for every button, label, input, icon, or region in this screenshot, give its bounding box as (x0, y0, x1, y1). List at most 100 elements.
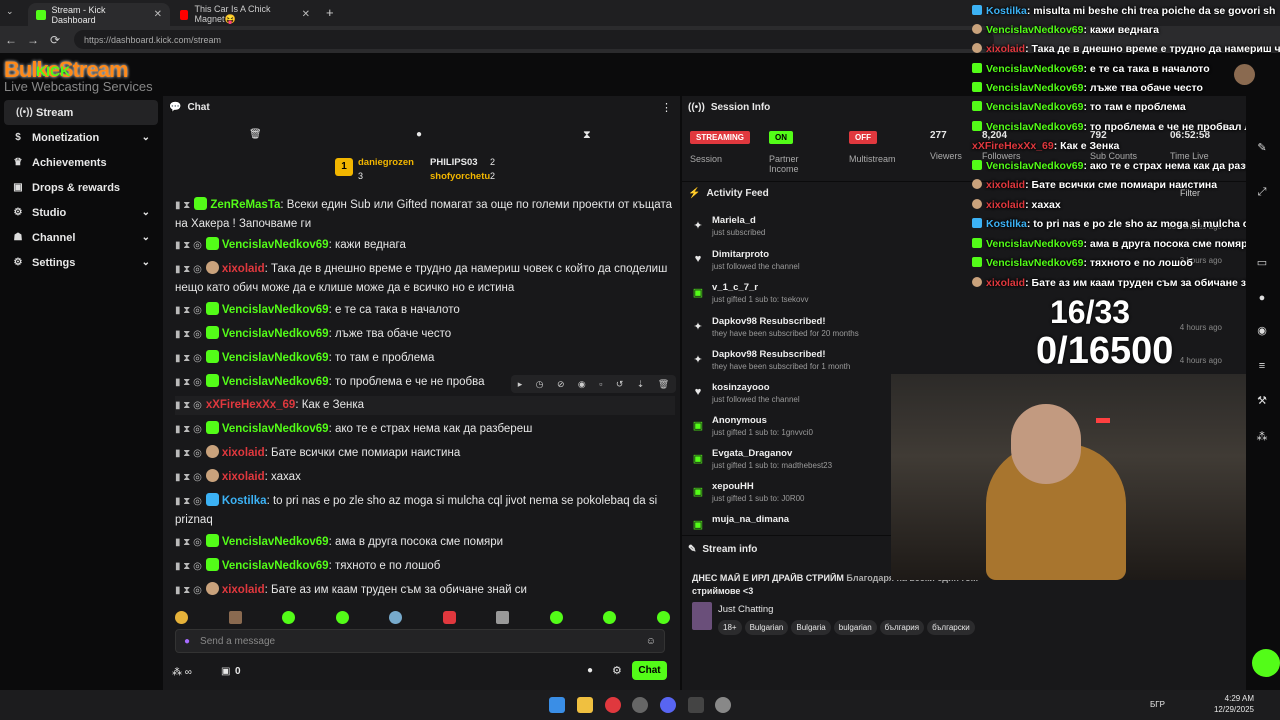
more-icon[interactable]: ⋮ (661, 101, 672, 114)
sidebar-item-channel[interactable]: ☗ Channel ⌄ (0, 225, 162, 250)
emote-icon[interactable] (335, 610, 349, 624)
mod-tools-icon[interactable]: ▮ ⧗ (175, 200, 190, 211)
send-chat-button[interactable]: Chat (632, 661, 667, 680)
activity-name[interactable]: Dapkov98 Resubscribed! (712, 349, 826, 360)
emote-icon[interactable] (442, 610, 456, 624)
sidebar-item-drops[interactable]: ▣ Drops & rewards (0, 175, 162, 200)
close-icon[interactable]: ✕ (154, 9, 162, 20)
mod-tools-icon[interactable]: ▮ ⧗ ◎ (175, 537, 202, 548)
reply-icon[interactable]: ◉ (578, 379, 586, 390)
activity-name[interactable]: Anonymous (712, 415, 767, 426)
support-icon[interactable] (1252, 649, 1280, 677)
mod-tools-icon[interactable]: ▮ ⧗ ◎ (175, 240, 202, 251)
chat-username[interactable]: VencislavNedkov69 (222, 304, 329, 316)
close-icon[interactable]: ✕ (302, 9, 310, 20)
forward-icon[interactable]: → (22, 33, 44, 47)
mod-tools-icon[interactable]: ▮ ⧗ ◎ (175, 496, 202, 507)
emote-icon[interactable] (282, 610, 296, 624)
gear-icon[interactable]: ⚙ (612, 664, 622, 677)
mod-tools-icon[interactable]: ▮ ⧗ ◎ (175, 305, 202, 316)
mod-tools-icon[interactable]: ▮ ⧗ ◎ (175, 448, 202, 459)
activity-name[interactable]: Dimitarproto (712, 249, 769, 260)
emote-icon[interactable] (603, 610, 617, 624)
hourglass-icon[interactable]: ⧗ (583, 129, 591, 142)
wrench-icon[interactable]: ⚒ (1255, 394, 1269, 408)
layers-icon[interactable]: ≡ (1255, 360, 1269, 374)
sidebar-item-studio[interactable]: ⚙ Studio ⌄ (0, 200, 162, 225)
chat-username[interactable]: xXFireHexXx_69 (206, 399, 296, 411)
mod-tools-icon[interactable]: ▮ ⧗ ◎ (175, 329, 202, 340)
tag[interactable]: 18+ (718, 620, 742, 635)
tag[interactable]: български (927, 620, 975, 635)
tab-kick-dashboard[interactable]: Stream - Kick Dashboard ✕ (28, 3, 170, 26)
pencil-icon[interactable]: ✎ (1255, 141, 1269, 155)
mod-tools-icon[interactable]: ▮ ⧗ ◎ (175, 400, 202, 411)
chat-username[interactable]: VencislavNedkov69 (222, 328, 329, 340)
chat-username[interactable]: Kostilka (222, 495, 267, 507)
tag[interactable]: Bulgarian (744, 620, 789, 635)
points-icon[interactable]: ⁂ ∞ (172, 667, 192, 678)
chat-username[interactable]: VencislavNedkov69 (222, 239, 329, 251)
delete-icon[interactable]: 🗑 (658, 379, 669, 390)
tag[interactable]: българия (879, 620, 925, 635)
emote-icon[interactable] (175, 610, 188, 624)
emote-icon[interactable] (656, 610, 670, 624)
activity-name[interactable]: Dapkov98 Resubscribed! (712, 316, 826, 327)
activity-name[interactable]: muja_na_dimana (712, 514, 789, 525)
chat-username[interactable]: VencislavNedkov69 (222, 376, 329, 388)
emote-icon[interactable] (389, 610, 403, 624)
emote-icon[interactable] (496, 610, 510, 624)
play-icon[interactable]: ▸ (518, 379, 523, 390)
mod-tools-icon[interactable]: ▮ ⧗ ◎ (175, 353, 202, 364)
reload-icon[interactable]: ⟳ (44, 33, 66, 47)
discord-icon[interactable] (660, 697, 676, 713)
sidebar-item-monetization[interactable]: $ Monetization ⌄ (0, 125, 162, 150)
chat-settings-bubble-icon[interactable]: ● (587, 665, 593, 676)
windows-start-icon[interactable] (549, 697, 565, 713)
back-icon[interactable]: ← (0, 33, 22, 47)
chat-username[interactable]: VencislavNedkov69 (222, 423, 329, 435)
trash-icon[interactable]: 🗑 (249, 129, 262, 140)
terminal-icon[interactable] (688, 697, 704, 713)
gift-icon[interactable]: ▣ (221, 666, 230, 677)
new-tab-icon[interactable]: + (326, 5, 334, 20)
tag[interactable]: bulgarian (833, 620, 877, 635)
activity-name[interactable]: Mariela_d (712, 215, 756, 226)
file-explorer-icon[interactable] (577, 697, 593, 713)
emote-icon[interactable] (549, 610, 563, 624)
language-indicator[interactable]: БГР (1150, 700, 1165, 709)
chat-username[interactable]: ZenReMasTa (210, 199, 280, 211)
user-avatar[interactable] (1234, 64, 1255, 85)
chat-input[interactable]: ● Send a message ☺ (175, 629, 665, 653)
sidebar-item-settings[interactable]: ⚙ Settings ⌄ (0, 250, 162, 275)
mod-tools-icon[interactable]: ▮ ⧗ ◎ (175, 585, 202, 596)
chat-bubble-icon[interactable]: ● (416, 129, 422, 140)
tab-youtube[interactable]: This Car Is A Chick Magnet😝 ✕ (172, 3, 318, 26)
expand-icon[interactable]: ⤢ (1255, 186, 1269, 200)
sidebar-item-achievements[interactable]: ♛ Achievements (0, 150, 162, 175)
chat-username[interactable]: VencislavNedkov69 (222, 352, 329, 364)
tag[interactable]: Bulgaria (791, 620, 831, 635)
activity-name[interactable]: Evgata_Draganov (712, 448, 792, 459)
chrome-icon[interactable] (605, 697, 621, 713)
mic-icon[interactable]: ● (184, 636, 190, 647)
clock-date[interactable]: 12/29/2025 (1212, 705, 1254, 714)
clock-time[interactable]: 4:29 AM (1222, 694, 1254, 703)
chat-username[interactable]: VencislavNedkov69 (222, 536, 329, 548)
activity-name[interactable]: xepouHH (712, 481, 754, 492)
emoji-icon[interactable]: ☺ (646, 636, 656, 647)
chat-username[interactable]: xixolaid (222, 584, 265, 596)
chat-username[interactable]: xixolaid (222, 263, 265, 275)
settings-icon[interactable] (715, 697, 731, 713)
mod-tools-icon[interactable]: ▮ ⧗ ◎ (175, 561, 202, 572)
chat-icon[interactable]: ● (1255, 292, 1269, 306)
emote-icon[interactable] (228, 610, 242, 624)
chat-username[interactable]: xixolaid (222, 447, 265, 459)
url-input[interactable]: https://dashboard.kick.com/stream (74, 30, 994, 49)
obs-icon[interactable] (632, 697, 648, 713)
chat-username[interactable]: xixolaid (222, 471, 265, 483)
mod-tools-icon[interactable]: ▮ ⧗ ◎ (175, 377, 202, 388)
chat-username[interactable]: VencislavNedkov69 (222, 560, 329, 572)
pin-icon[interactable]: ⇣ (637, 379, 645, 390)
hide-icon[interactable]: ⊘ (557, 379, 565, 390)
